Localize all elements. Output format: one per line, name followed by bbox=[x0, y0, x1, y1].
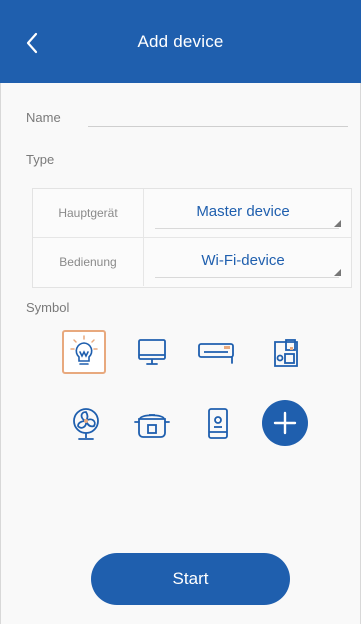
rice-cooker-icon[interactable] bbox=[130, 402, 174, 446]
control-device-select[interactable]: Wi-Fi-device bbox=[151, 244, 345, 280]
type-key-label: Hauptgerät bbox=[33, 189, 144, 237]
control-device-value: Wi-Fi-device bbox=[201, 252, 285, 269]
symbol-label: Symbol bbox=[26, 300, 70, 315]
fan-icon[interactable] bbox=[64, 402, 108, 446]
select-underline bbox=[155, 228, 339, 229]
air-conditioner-icon[interactable] bbox=[196, 330, 240, 374]
dropdown-corner-icon bbox=[334, 269, 341, 276]
type-label: Type bbox=[26, 152, 55, 167]
type-table: Hauptgerät Master device Bedienung Wi-Fi… bbox=[32, 188, 352, 288]
name-row: Name bbox=[26, 108, 352, 136]
page-title: Add device bbox=[137, 32, 224, 51]
start-button[interactable]: Start bbox=[91, 553, 290, 605]
dropdown-corner-icon bbox=[334, 220, 341, 227]
name-label: Name bbox=[26, 110, 61, 125]
monitor-icon[interactable] bbox=[130, 330, 174, 374]
coffee-machine-icon[interactable] bbox=[264, 330, 308, 374]
name-field[interactable] bbox=[88, 108, 352, 128]
header-bar: Add device bbox=[0, 0, 361, 83]
main-device-select[interactable]: Master device bbox=[151, 195, 345, 231]
fridge-icon[interactable] bbox=[196, 402, 240, 446]
type-row-control: Bedienung Wi-Fi-device bbox=[33, 238, 351, 286]
name-input[interactable] bbox=[88, 108, 352, 128]
app-screen: Add device Name Type Hauptgerät Master d… bbox=[0, 0, 361, 624]
symbol-grid bbox=[0, 330, 361, 470]
type-row-main-device: Hauptgerät Master device bbox=[33, 189, 351, 238]
add-device-icon[interactable] bbox=[262, 400, 308, 446]
main-device-value: Master device bbox=[196, 203, 290, 220]
light-bulb-icon[interactable] bbox=[62, 330, 106, 374]
select-underline bbox=[155, 277, 339, 278]
type-key-label: Bedienung bbox=[33, 238, 144, 286]
